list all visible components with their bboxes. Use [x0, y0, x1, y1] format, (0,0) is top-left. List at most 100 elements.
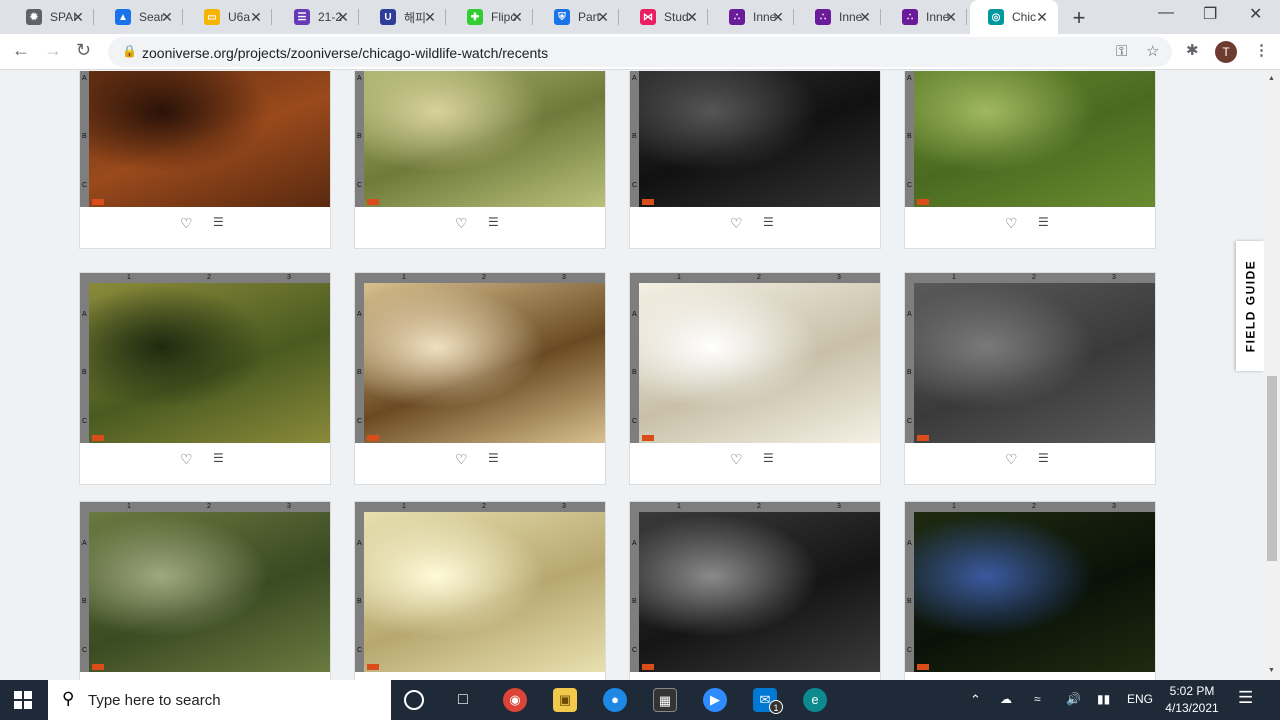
- browser-tab[interactable]: ▭ U6a ✕: [186, 0, 272, 34]
- browser-tab[interactable]: ⋈ Stud ✕: [622, 0, 708, 34]
- close-tab-icon[interactable]: ✕: [1034, 8, 1050, 26]
- show-hidden-icons[interactable]: ⌃: [970, 692, 981, 708]
- scroll-down-icon[interactable]: ▼: [1268, 667, 1275, 674]
- browser-tab[interactable]: ✚ Flipc ✕: [449, 0, 533, 34]
- recents-page: 123ABC ♡ ☰ 123ABC ♡ ☰ 123ABC ♡ ☰ 123ABC ♡ ☰ 123ABC ♡ ☰…: [0, 71, 1264, 680]
- add-to-collection-icon[interactable]: ☰: [1038, 215, 1049, 229]
- system-clock[interactable]: 5:02 PM 4/13/2021: [1160, 683, 1224, 717]
- reload-button[interactable]: ↻: [76, 40, 91, 61]
- chrome-icon[interactable]: ◉: [503, 688, 527, 712]
- cortana-icon[interactable]: [404, 690, 424, 710]
- add-to-collection-icon[interactable]: ☰: [763, 451, 774, 465]
- browser-tab[interactable]: ▲ Sear ✕: [97, 0, 183, 34]
- close-tab-icon[interactable]: ✕: [509, 8, 525, 26]
- battery-icon[interactable]: ▮▮: [1097, 692, 1110, 706]
- extensions-icon[interactable]: ✱: [1186, 41, 1199, 59]
- edge-icon[interactable]: e: [803, 688, 827, 712]
- zoom-icon[interactable]: ▶: [703, 688, 727, 712]
- volume-icon[interactable]: 🔊: [1066, 692, 1081, 706]
- camera-trap-photo: [914, 71, 1155, 207]
- subject-image[interactable]: 123ABC: [80, 71, 330, 207]
- notifications-icon[interactable]: ☰: [1238, 688, 1253, 708]
- camera-tag: [367, 664, 379, 670]
- favorite-heart-icon[interactable]: ♡: [730, 451, 743, 468]
- restore-button[interactable]: ❐: [1203, 4, 1217, 24]
- favorite-heart-icon[interactable]: ♡: [455, 215, 468, 232]
- browser-tab[interactable]: ∴ Inne ✕: [797, 0, 881, 34]
- grid-row-label: A: [907, 540, 912, 547]
- browser-tab[interactable]: ☰ 21-2 ✕: [276, 0, 359, 34]
- close-tab-icon[interactable]: ✕: [595, 8, 611, 26]
- zooniverse-icon: ◎: [988, 9, 1004, 25]
- page-scrollbar[interactable]: ▲ ▼: [1264, 71, 1280, 680]
- minimize-button[interactable]: —: [1158, 4, 1174, 22]
- close-tab-icon[interactable]: ✕: [857, 8, 873, 26]
- grid-column-label: 1: [677, 503, 681, 510]
- back-button[interactable]: ←: [12, 40, 30, 61]
- add-to-collection-icon[interactable]: ☰: [213, 215, 224, 229]
- subject-image[interactable]: 123ABC: [355, 71, 605, 207]
- gear-icon: ✹: [26, 9, 42, 25]
- bookmark-star-icon[interactable]: ☆: [1146, 42, 1159, 60]
- file-explorer-icon[interactable]: ▣: [553, 688, 577, 712]
- favorite-heart-icon[interactable]: ♡: [455, 451, 468, 468]
- subject-image[interactable]: 123ABC: [80, 502, 330, 672]
- subject-image[interactable]: 123ABC: [905, 502, 1155, 672]
- cloud-icon[interactable]: ☁: [1000, 692, 1012, 706]
- close-tab-icon[interactable]: ✕: [248, 8, 264, 26]
- grid-row-label: A: [357, 75, 362, 82]
- add-to-collection-icon[interactable]: ☰: [763, 215, 774, 229]
- favorite-heart-icon[interactable]: ♡: [1005, 451, 1018, 468]
- store-icon[interactable]: ▦: [653, 688, 677, 712]
- subject-card: 123ABC ♡ ☰: [629, 272, 881, 485]
- address-bar[interactable]: 🔒 zooniverse.org/projects/zooniverse/chi…: [108, 37, 1172, 67]
- add-to-collection-icon[interactable]: ☰: [213, 451, 224, 465]
- scroll-up-icon[interactable]: ▲: [1268, 75, 1275, 82]
- edge-legacy-icon[interactable]: ●: [603, 688, 627, 712]
- close-window-button[interactable]: ✕: [1249, 4, 1262, 24]
- browser-tab[interactable]: ∴ Inne ✕: [711, 0, 794, 34]
- subject-image[interactable]: 123ABC: [905, 273, 1155, 443]
- browser-tab[interactable]: U 해피 ✕: [362, 0, 446, 34]
- browser-tab[interactable]: ∴ Inne ✕: [884, 0, 967, 34]
- key-icon[interactable]: ⚿: [1116, 43, 1127, 60]
- subject-image[interactable]: 123ABC: [355, 502, 605, 672]
- subject-image[interactable]: 123ABC: [630, 273, 880, 443]
- browser-tab[interactable]: ✹ SPAI ✕: [8, 0, 94, 34]
- subject-image[interactable]: 123ABC: [355, 273, 605, 443]
- profile-avatar[interactable]: T: [1215, 41, 1237, 63]
- close-tab-icon[interactable]: ✕: [70, 8, 86, 26]
- add-to-collection-icon[interactable]: ☰: [488, 215, 499, 229]
- taskbar-search-box[interactable]: ⚲ Type here to search: [48, 680, 391, 720]
- task-view-icon[interactable]: □: [451, 688, 475, 712]
- add-to-collection-icon[interactable]: ☰: [1038, 451, 1049, 465]
- close-tab-icon[interactable]: ✕: [335, 8, 351, 26]
- close-tab-icon[interactable]: ✕: [770, 8, 786, 26]
- language-indicator[interactable]: ENG: [1127, 692, 1153, 706]
- new-tab-button[interactable]: +: [1068, 5, 1090, 31]
- close-tab-icon[interactable]: ✕: [684, 8, 700, 26]
- close-tab-icon[interactable]: ✕: [943, 8, 959, 26]
- grid-column-label: 3: [837, 503, 841, 510]
- subject-card: 123ABC ♡ ☰: [904, 71, 1156, 249]
- favorite-heart-icon[interactable]: ♡: [1005, 215, 1018, 232]
- menu-kebab-icon[interactable]: ⋮: [1254, 41, 1269, 59]
- wifi-icon[interactable]: ≈: [1034, 692, 1041, 706]
- favorite-heart-icon[interactable]: ♡: [730, 215, 743, 232]
- field-guide-tab[interactable]: FIELD GUIDE: [1236, 241, 1264, 371]
- subject-image[interactable]: 123ABC: [630, 71, 880, 207]
- browser-tab[interactable]: ◎ Chic ✕: [970, 0, 1058, 34]
- windows-start-icon[interactable]: [14, 691, 32, 709]
- grid-column-label: 2: [1032, 503, 1036, 510]
- browser-tab[interactable]: ⛨ Part ✕: [536, 0, 619, 34]
- favorite-heart-icon[interactable]: ♡: [180, 451, 193, 468]
- subject-image[interactable]: 123ABC: [630, 502, 880, 672]
- close-tab-icon[interactable]: ✕: [159, 8, 175, 26]
- forward-button[interactable]: →: [44, 40, 62, 61]
- add-to-collection-icon[interactable]: ☰: [488, 451, 499, 465]
- subject-image[interactable]: 123ABC: [80, 273, 330, 443]
- subject-image[interactable]: 123ABC: [905, 71, 1155, 207]
- close-tab-icon[interactable]: ✕: [422, 8, 438, 26]
- scrollbar-thumb[interactable]: [1267, 376, 1277, 561]
- favorite-heart-icon[interactable]: ♡: [180, 215, 193, 232]
